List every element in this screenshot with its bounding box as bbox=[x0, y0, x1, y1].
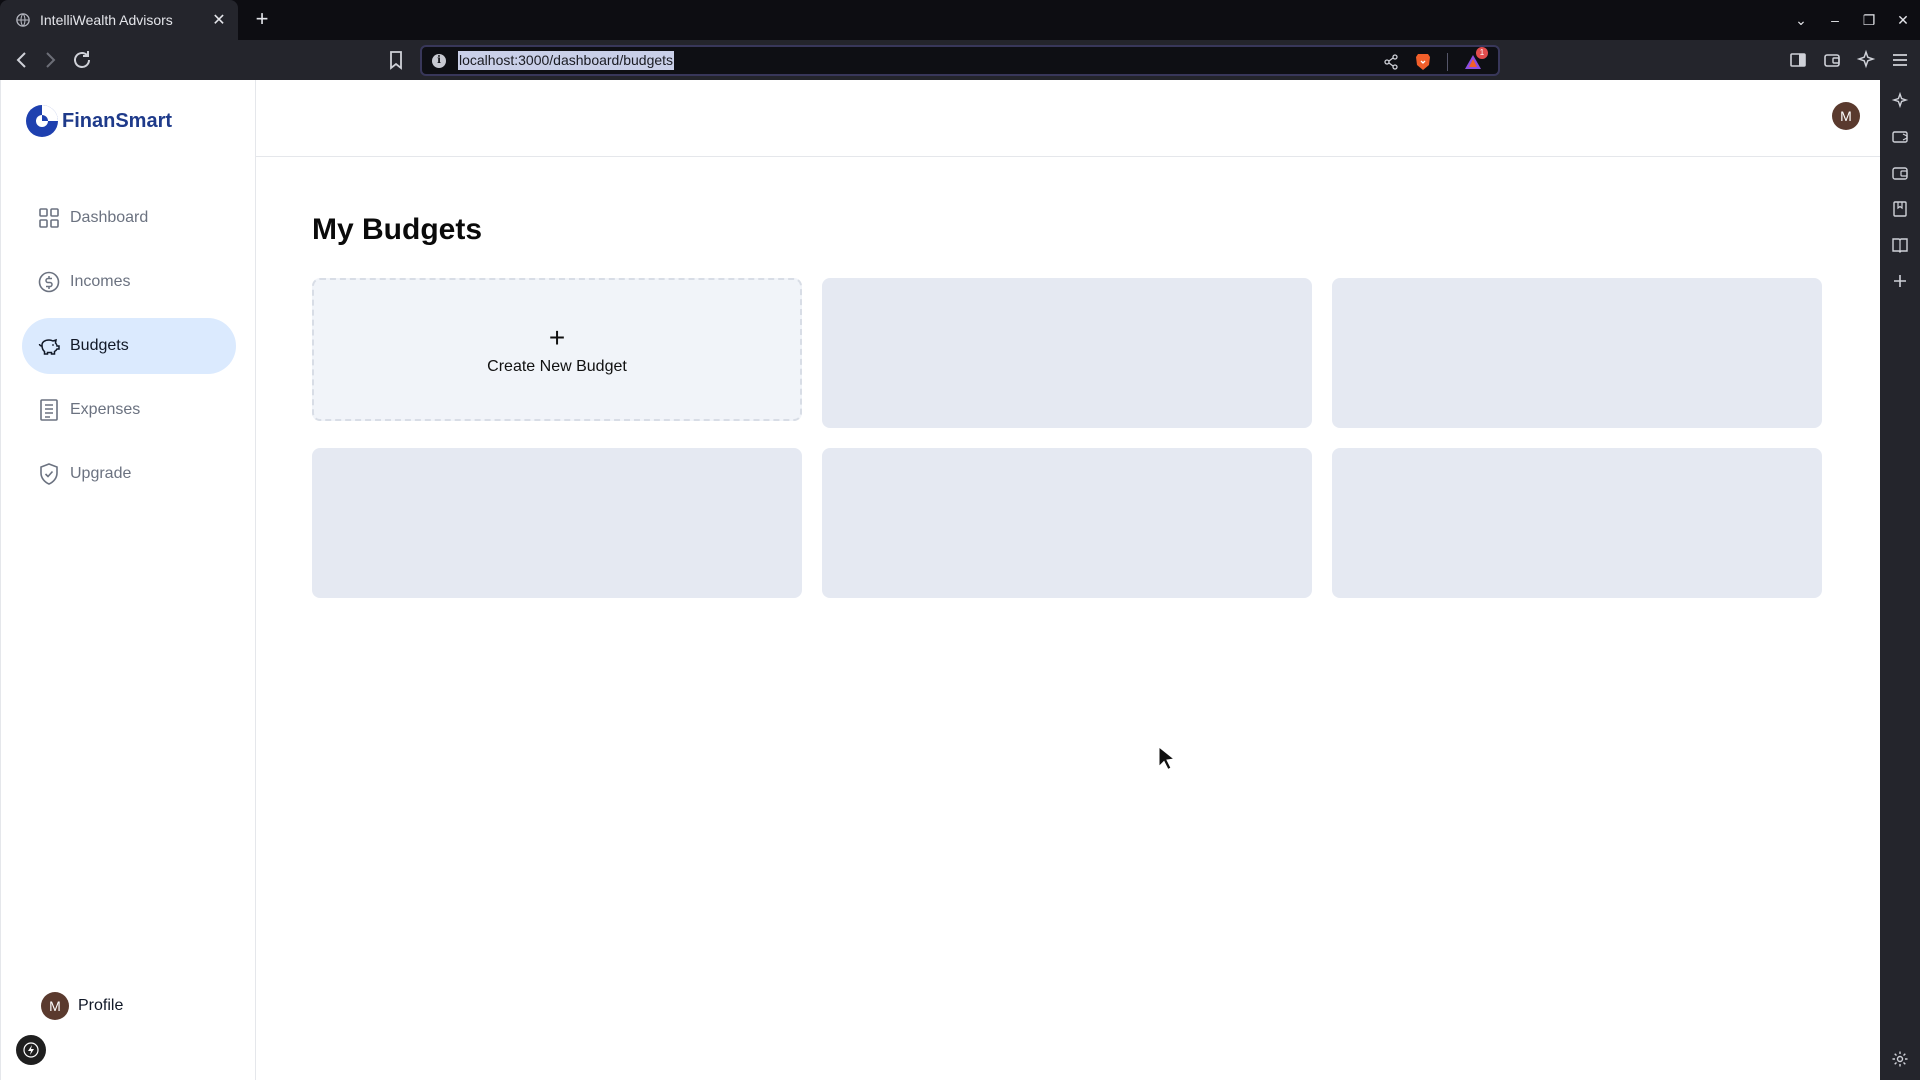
restore-button[interactable]: ❐ bbox=[1852, 12, 1886, 29]
brand-logo[interactable]: FinanSmart bbox=[25, 104, 172, 138]
lightning-icon bbox=[23, 1042, 39, 1058]
wallet-icon[interactable] bbox=[1822, 48, 1842, 72]
sidebar-item-expenses[interactable]: Expenses bbox=[22, 382, 236, 438]
sidebar-item-label: Expenses bbox=[70, 401, 141, 418]
finansmart-logo-icon bbox=[26, 105, 58, 137]
sidebar-profile[interactable]: M Profile bbox=[41, 992, 123, 1020]
plus-icon: + bbox=[548, 321, 566, 353]
budget-card-skeleton bbox=[822, 448, 1312, 598]
dollar-circle-icon bbox=[38, 271, 60, 293]
sidebar-item-incomes[interactable]: Incomes bbox=[22, 254, 236, 310]
menu-icon[interactable] bbox=[1890, 48, 1910, 72]
sidebar-item-label: Upgrade bbox=[70, 465, 132, 482]
sidebar-item-budgets[interactable]: Budgets bbox=[22, 318, 236, 374]
rewards-badge: 1 bbox=[1476, 47, 1488, 59]
gear-icon[interactable] bbox=[1891, 1050, 1909, 1068]
main-content: My Budgets + Create New Budget bbox=[256, 158, 1880, 1080]
tab-title: IntelliWealth Advisors bbox=[40, 12, 173, 28]
sidebar-item-dashboard[interactable]: Dashboard bbox=[22, 190, 236, 246]
sidebar-item-label: Incomes bbox=[70, 273, 131, 290]
new-tab-button[interactable]: + bbox=[250, 8, 274, 32]
forward-button[interactable] bbox=[38, 48, 62, 72]
receipt-icon bbox=[38, 399, 60, 421]
piggy-bank-icon bbox=[38, 335, 60, 357]
bookmark-icon[interactable] bbox=[386, 48, 406, 72]
brave-rewards-button[interactable]: 1 bbox=[1464, 47, 1488, 71]
url-text[interactable]: localhost:3000/dashboard/budgets bbox=[458, 51, 675, 70]
budget-card-skeleton bbox=[822, 278, 1312, 428]
create-budget-label: Create New Budget bbox=[487, 357, 627, 375]
app-header: M bbox=[256, 80, 1880, 157]
budget-card-skeleton bbox=[1332, 448, 1822, 598]
add-panel-icon[interactable] bbox=[1891, 272, 1909, 290]
tab-list-dropdown-icon[interactable]: ⌄ bbox=[1784, 12, 1818, 29]
news-icon[interactable] bbox=[1891, 128, 1909, 146]
sidebar-item-upgrade[interactable]: Upgrade bbox=[22, 446, 236, 502]
toolbar-right-actions bbox=[1788, 48, 1910, 72]
share-icon[interactable] bbox=[1383, 54, 1399, 70]
browser-side-panel bbox=[1880, 80, 1920, 1080]
window-controls: ⌄ – ❐ ✕ bbox=[1784, 0, 1920, 40]
browser-tab[interactable]: IntelliWealth Advisors ✕ bbox=[0, 0, 238, 40]
wallet-icon[interactable] bbox=[1891, 164, 1909, 182]
web-page: FinanSmart Dashboard Incomes Budgets Exp bbox=[0, 80, 1880, 1080]
address-bar[interactable]: i localhost:3000/dashboard/budgets 1 bbox=[420, 45, 1500, 76]
reading-list-icon[interactable] bbox=[1891, 236, 1909, 254]
profile-label: Profile bbox=[78, 997, 124, 1014]
shield-check-icon bbox=[38, 463, 60, 485]
avatar[interactable]: M bbox=[41, 992, 69, 1020]
minimize-button[interactable]: – bbox=[1818, 12, 1852, 28]
user-avatar[interactable]: M bbox=[1832, 102, 1860, 130]
create-budget-card[interactable]: + Create New Budget bbox=[312, 278, 802, 421]
globe-icon bbox=[16, 13, 30, 27]
sidebar-toggle-icon[interactable] bbox=[1788, 48, 1808, 72]
sidebar-item-label: Dashboard bbox=[70, 209, 149, 226]
grid-icon bbox=[38, 207, 60, 229]
bookmarks-icon[interactable] bbox=[1891, 200, 1909, 218]
budget-card-skeleton bbox=[1332, 278, 1822, 428]
close-window-button[interactable]: ✕ bbox=[1886, 12, 1920, 29]
sidebar-item-label: Budgets bbox=[70, 337, 129, 354]
tab-close-icon[interactable]: ✕ bbox=[210, 10, 228, 30]
mouse-cursor-icon bbox=[1158, 746, 1176, 770]
back-button[interactable] bbox=[10, 48, 34, 72]
app-sidebar: FinanSmart Dashboard Incomes Budgets Exp bbox=[0, 80, 256, 1080]
budget-card-skeleton bbox=[312, 448, 802, 598]
dev-tools-button[interactable] bbox=[16, 1035, 46, 1065]
address-bar-actions: 1 bbox=[1383, 47, 1488, 73]
leo-ai-icon[interactable] bbox=[1891, 92, 1909, 110]
address-bar-separator bbox=[1447, 53, 1448, 71]
reload-button[interactable] bbox=[70, 48, 94, 72]
page-title: My Budgets bbox=[312, 213, 483, 246]
brave-shields-icon[interactable] bbox=[1415, 53, 1431, 71]
leo-ai-icon[interactable] bbox=[1856, 48, 1876, 72]
browser-tab-bar: IntelliWealth Advisors ✕ + ⌄ – ❐ ✕ bbox=[0, 0, 1920, 40]
brand-name: FinanSmart bbox=[62, 109, 173, 132]
site-info-icon[interactable]: i bbox=[432, 54, 446, 68]
